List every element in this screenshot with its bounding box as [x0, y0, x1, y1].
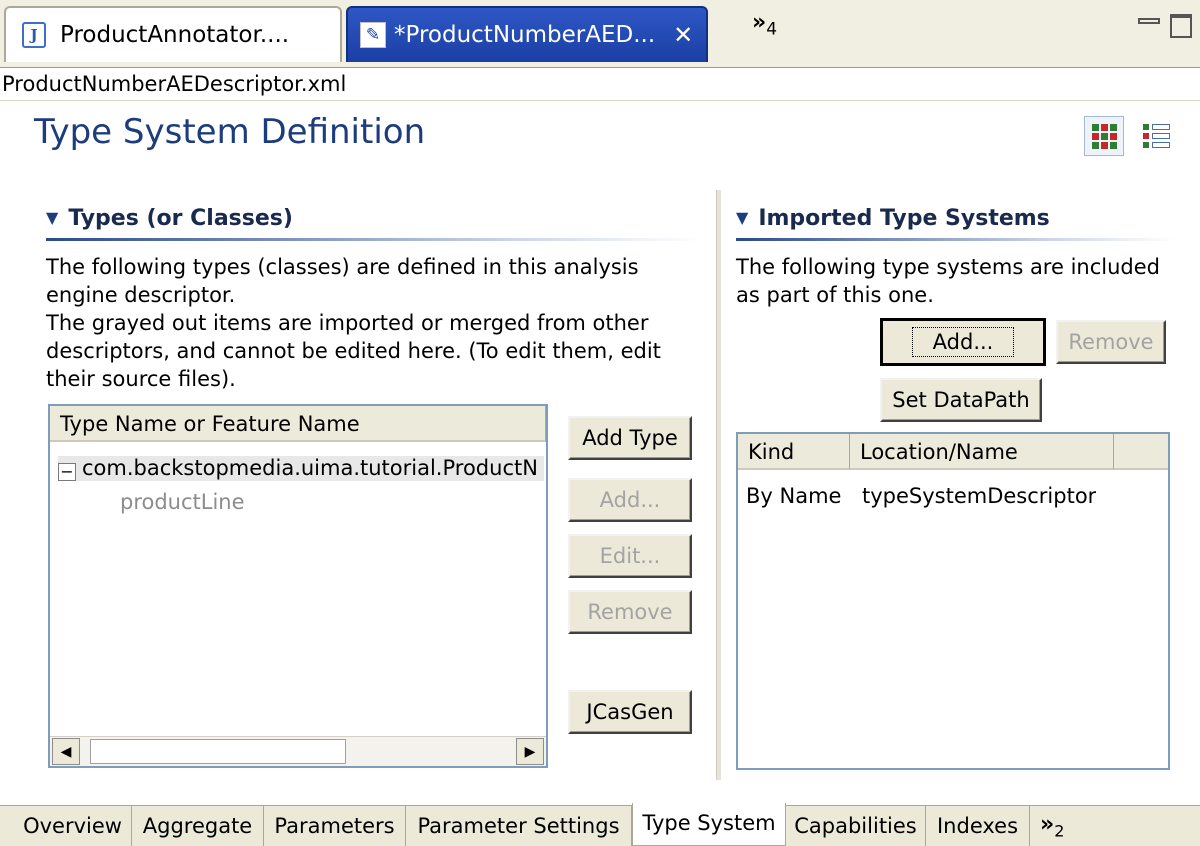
section-divider[interactable]	[716, 190, 721, 780]
chevron-double-right-icon: »	[752, 10, 767, 35]
remove-import-button[interactable]: Remove	[1056, 320, 1166, 364]
add-import-button[interactable]: Add...	[880, 318, 1046, 366]
location-column-header[interactable]: Location/Name	[850, 434, 1114, 470]
collapse-triangle-icon: ▼	[736, 208, 749, 227]
columns-layout-icon	[1091, 123, 1117, 149]
scrollbar-thumb[interactable]	[90, 739, 346, 764]
editor-tab-label: *ProductNumberAED...	[394, 22, 656, 48]
editor-tab-product-number-descriptor[interactable]: ✎ *ProductNumberAED... ✕	[346, 6, 708, 62]
tab-parameters[interactable]: Parameters	[264, 806, 406, 846]
xml-editor-icon: ✎	[360, 22, 386, 48]
jcasgen-button[interactable]: JCasGen	[568, 690, 692, 734]
add-import-label: Add...	[911, 327, 1015, 357]
set-datapath-button[interactable]: Set DataPath	[880, 378, 1042, 422]
collapse-icon[interactable]: −	[58, 463, 76, 481]
editor-tab-label: ProductAnnotator....	[60, 22, 290, 48]
page-tab-overflow-button[interactable]: »2	[1040, 812, 1064, 840]
file-name-bar: ProductNumberAEDescriptor.xml	[0, 68, 1200, 101]
type-name-column-header[interactable]: Type Name or Feature Name	[50, 406, 546, 442]
tab-indexes[interactable]: Indexes	[926, 806, 1030, 846]
file-name: ProductNumberAEDescriptor.xml	[2, 72, 347, 96]
close-tab-icon[interactable]: ✕	[673, 21, 693, 49]
tab-capabilities[interactable]: Capabilities	[786, 806, 926, 846]
types-section-description: The following types (classes) are define…	[46, 253, 661, 393]
import-row-kind[interactable]: By Name	[746, 484, 841, 508]
types-section-rule	[46, 238, 700, 241]
imported-type-systems-table[interactable]: Kind Location/Name By Name typeSystemDes…	[736, 432, 1170, 770]
import-row-location[interactable]: typeSystemDescriptor	[862, 484, 1096, 508]
extra-column-header	[1114, 434, 1168, 470]
imports-section-title: Imported Type Systems	[758, 206, 1050, 231]
edit-button[interactable]: Edit...	[568, 534, 692, 578]
editor-tab-bar: J ProductAnnotator.... ✎ *ProductNumberA…	[0, 0, 1200, 68]
tree-row-feature[interactable]: productLine	[120, 490, 245, 514]
java-file-icon: J	[22, 22, 46, 48]
description-line: descriptors, and cannot be edited here. …	[46, 339, 661, 363]
tab-type-system[interactable]: Type System	[632, 803, 786, 846]
types-tree-table[interactable]: Type Name or Feature Name − com.backstopm…	[48, 404, 548, 768]
feature-name: productLine	[120, 490, 245, 514]
tab-overflow-count: 4	[766, 19, 778, 40]
add-feature-button[interactable]: Add...	[568, 478, 692, 522]
editor-tab-product-annotator[interactable]: J ProductAnnotator....	[4, 6, 342, 62]
minimize-icon[interactable]	[1138, 18, 1160, 24]
page-tab-overflow-count: 2	[1054, 821, 1065, 841]
tab-aggregate[interactable]: Aggregate	[132, 806, 264, 846]
imports-section-rule	[736, 238, 1176, 241]
types-section-title: Types (or Classes)	[68, 206, 293, 231]
layout-rows-button[interactable]	[1136, 116, 1176, 156]
tree-row-type[interactable]: − com.backstopmedia.uima.tutorial.Product…	[58, 456, 544, 481]
scroll-right-icon[interactable]: ▶	[516, 738, 544, 765]
description-line: The following type systems are included	[736, 255, 1160, 279]
rows-layout-icon	[1142, 124, 1170, 148]
add-type-button[interactable]: Add Type	[568, 416, 692, 460]
layout-columns-button[interactable]	[1084, 116, 1124, 156]
kind-column-header[interactable]: Kind	[738, 434, 850, 470]
type-name: com.backstopmedia.uima.tutorial.ProductN	[82, 456, 538, 480]
description-line: The following types (classes) are define…	[46, 255, 639, 279]
description-line: engine descriptor.	[46, 283, 236, 307]
description-line: their source files).	[46, 367, 236, 391]
editor-page-tabs: Overview Aggregate Parameters Parameter …	[0, 803, 1200, 846]
description-line: The grayed out items are imported or mer…	[46, 311, 649, 335]
collapse-triangle-icon: ▼	[46, 208, 59, 227]
remove-type-button[interactable]: Remove	[568, 590, 692, 634]
maximize-icon[interactable]	[1170, 14, 1192, 38]
tab-overview[interactable]: Overview	[14, 806, 132, 846]
tab-parameter-settings[interactable]: Parameter Settings	[406, 806, 632, 846]
description-line: as part of this one.	[736, 283, 934, 307]
view-window-controls	[1138, 14, 1192, 38]
types-section-header[interactable]: ▼ Types (or Classes)	[46, 206, 293, 231]
scroll-left-icon[interactable]: ◀	[52, 738, 80, 765]
imports-section-description: The following type systems are included …	[736, 253, 1160, 309]
tab-overflow-button[interactable]: »4	[752, 10, 777, 39]
form-layout-toggle	[1084, 116, 1176, 156]
page-title: Type System Definition	[34, 112, 426, 152]
chevron-double-right-icon: »	[1040, 812, 1055, 837]
imports-section-header[interactable]: ▼ Imported Type Systems	[736, 206, 1050, 231]
horizontal-scrollbar[interactable]: ◀ ▶	[50, 736, 546, 766]
